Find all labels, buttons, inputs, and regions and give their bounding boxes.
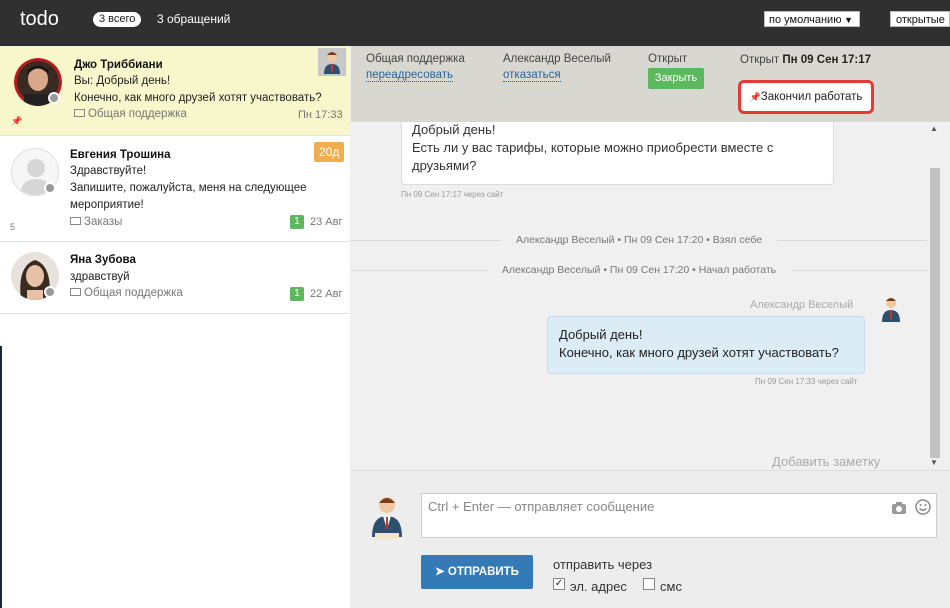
conversation-item[interactable]: Джо Триббиани Вы: Добрый день! Конечно, …	[0, 46, 350, 136]
conversation-preview: Здравствуйте!	[70, 165, 147, 177]
status-dot	[44, 182, 56, 194]
chat-scrollbar[interactable]: ▲ ▼	[927, 122, 941, 470]
decline-link[interactable]: отказаться	[503, 69, 561, 82]
conversation-header: Общая поддержка переадресовать Александр…	[351, 46, 950, 122]
conversation-department: Общая поддержка	[70, 287, 183, 299]
opened-info: Открыт Пн 09 Сен 17:17	[740, 54, 872, 66]
sms-checkbox[interactable]	[643, 578, 655, 590]
conversation-department: Заказы	[70, 216, 122, 228]
total-count-badge[interactable]: 3 всего	[93, 12, 142, 27]
total-count-text: 3 обращений	[157, 12, 231, 26]
envelope-icon	[74, 109, 85, 117]
redirect-link[interactable]: переадресовать	[366, 69, 453, 82]
conversation-item[interactable]: Яна Зубова здравствуй Общая поддержка 1 …	[0, 242, 350, 314]
agent-avatar	[879, 295, 903, 323]
chevron-down-icon: ▼	[844, 15, 853, 25]
camera-icon[interactable]	[891, 501, 907, 515]
message-meta: Пн 09 Сен 17:33 через сайт	[755, 377, 858, 386]
conversation-preview: мероприятие!	[70, 199, 144, 211]
message-text: Конечно, как много друзей хотят участвов…	[559, 345, 839, 360]
incoming-message: Добрый день! Есть ли у вас тарифы, котор…	[401, 122, 834, 185]
email-checkbox[interactable]: ✓	[553, 578, 565, 590]
conversation-list: Джо Триббиани Вы: Добрый день! Конечно, …	[0, 46, 350, 608]
message-text: Добрый день!	[559, 327, 643, 342]
conversation-preview: здравствуй	[70, 271, 130, 283]
conversation-preview: Вы: Добрый день!	[74, 75, 171, 87]
message-meta: Пн 09 Сен 17:17 через сайт	[401, 190, 504, 199]
age-badge: 20д	[314, 142, 345, 162]
pin-icon[interactable]: 📌	[11, 116, 22, 127]
status-filter-value: открытые	[896, 14, 945, 26]
conversation-preview: Запишите, пожалуйста, меня на следующее	[70, 182, 307, 194]
finish-work-button[interactable]: 📌Закончил работать	[738, 80, 874, 114]
department-label: Общая поддержка	[366, 53, 465, 65]
status-dot	[44, 286, 56, 298]
conversation-time: Пн 17:33	[298, 109, 343, 121]
status-dot	[48, 92, 60, 104]
message-text: Добрый день!	[412, 122, 496, 137]
conversation-name: Джо Триббиани	[74, 59, 163, 71]
scroll-up-icon[interactable]: ▲	[930, 124, 938, 133]
send-via-label: отправить через	[553, 557, 653, 572]
system-event: Александр Веселый • Пн 09 Сен 17:20 • Вз…	[501, 234, 777, 246]
email-checkbox-label: эл. адрес	[570, 579, 627, 594]
conversation-time: 23 Авг	[310, 216, 343, 228]
agent-avatar	[369, 493, 405, 539]
scroll-thumb[interactable]	[930, 168, 940, 458]
top-bar: todo 3 всего 3 обращений по умолчанию ▼ …	[0, 0, 950, 46]
agent-name: Александр Веселый	[750, 299, 854, 311]
status-filter-select[interactable]: открытые	[890, 11, 950, 27]
assigned-agent-avatar	[318, 48, 346, 76]
pin-icon: 📌	[749, 92, 761, 102]
message-text: Есть ли у вас тарифы, которые можно прио…	[412, 140, 774, 155]
unread-badge: 1	[290, 215, 304, 229]
conversation-preview: Конечно, как много друзей хотят участвов…	[74, 92, 322, 104]
chat-messages: Добрый день! Есть ли у вас тарифы, котор…	[351, 122, 927, 470]
paper-plane-icon: ➤	[435, 566, 448, 578]
outgoing-message: Добрый день! Конечно, как много друзей х…	[547, 316, 865, 374]
conversation-item[interactable]: Евгения Трошина Здравствуйте! Запишите, …	[0, 136, 350, 242]
smile-icon[interactable]	[915, 499, 931, 515]
conversation-department: Общая поддержка	[74, 108, 187, 120]
conversation-name: Евгения Трошина	[70, 149, 171, 161]
status-label: Открыт	[648, 53, 688, 65]
app-logo[interactable]: todo	[20, 8, 59, 31]
conversation-name: Яна Зубова	[70, 254, 136, 266]
envelope-icon	[70, 217, 81, 225]
list-edge	[0, 346, 2, 608]
system-event: Александр Веселый • Пн 09 Сен 17:20 • На…	[487, 264, 791, 276]
conversation-time: 22 Авг	[310, 288, 343, 300]
scroll-down-icon[interactable]: ▼	[930, 458, 938, 467]
agent-label: Александр Веселый	[503, 53, 611, 65]
message-text: друзьями?	[412, 158, 477, 173]
side-count: 5	[10, 222, 16, 232]
send-button[interactable]: ➤ ОТПРАВИТЬ	[421, 555, 533, 589]
list-empty-area	[2, 314, 350, 608]
add-note-link[interactable]: Добавить заметку	[772, 454, 880, 469]
sms-checkbox-label: смс	[660, 579, 682, 594]
sort-select-value: по умолчанию	[769, 14, 842, 26]
message-composer: Ctrl + Enter — отправляет сообщение ➤ ОТ…	[351, 470, 950, 608]
envelope-icon	[70, 288, 81, 296]
close-ticket-button[interactable]: Закрыть	[648, 68, 704, 89]
message-input[interactable]: Ctrl + Enter — отправляет сообщение	[421, 493, 937, 538]
sort-select[interactable]: по умолчанию ▼	[764, 11, 860, 27]
unread-badge: 1	[290, 287, 304, 301]
